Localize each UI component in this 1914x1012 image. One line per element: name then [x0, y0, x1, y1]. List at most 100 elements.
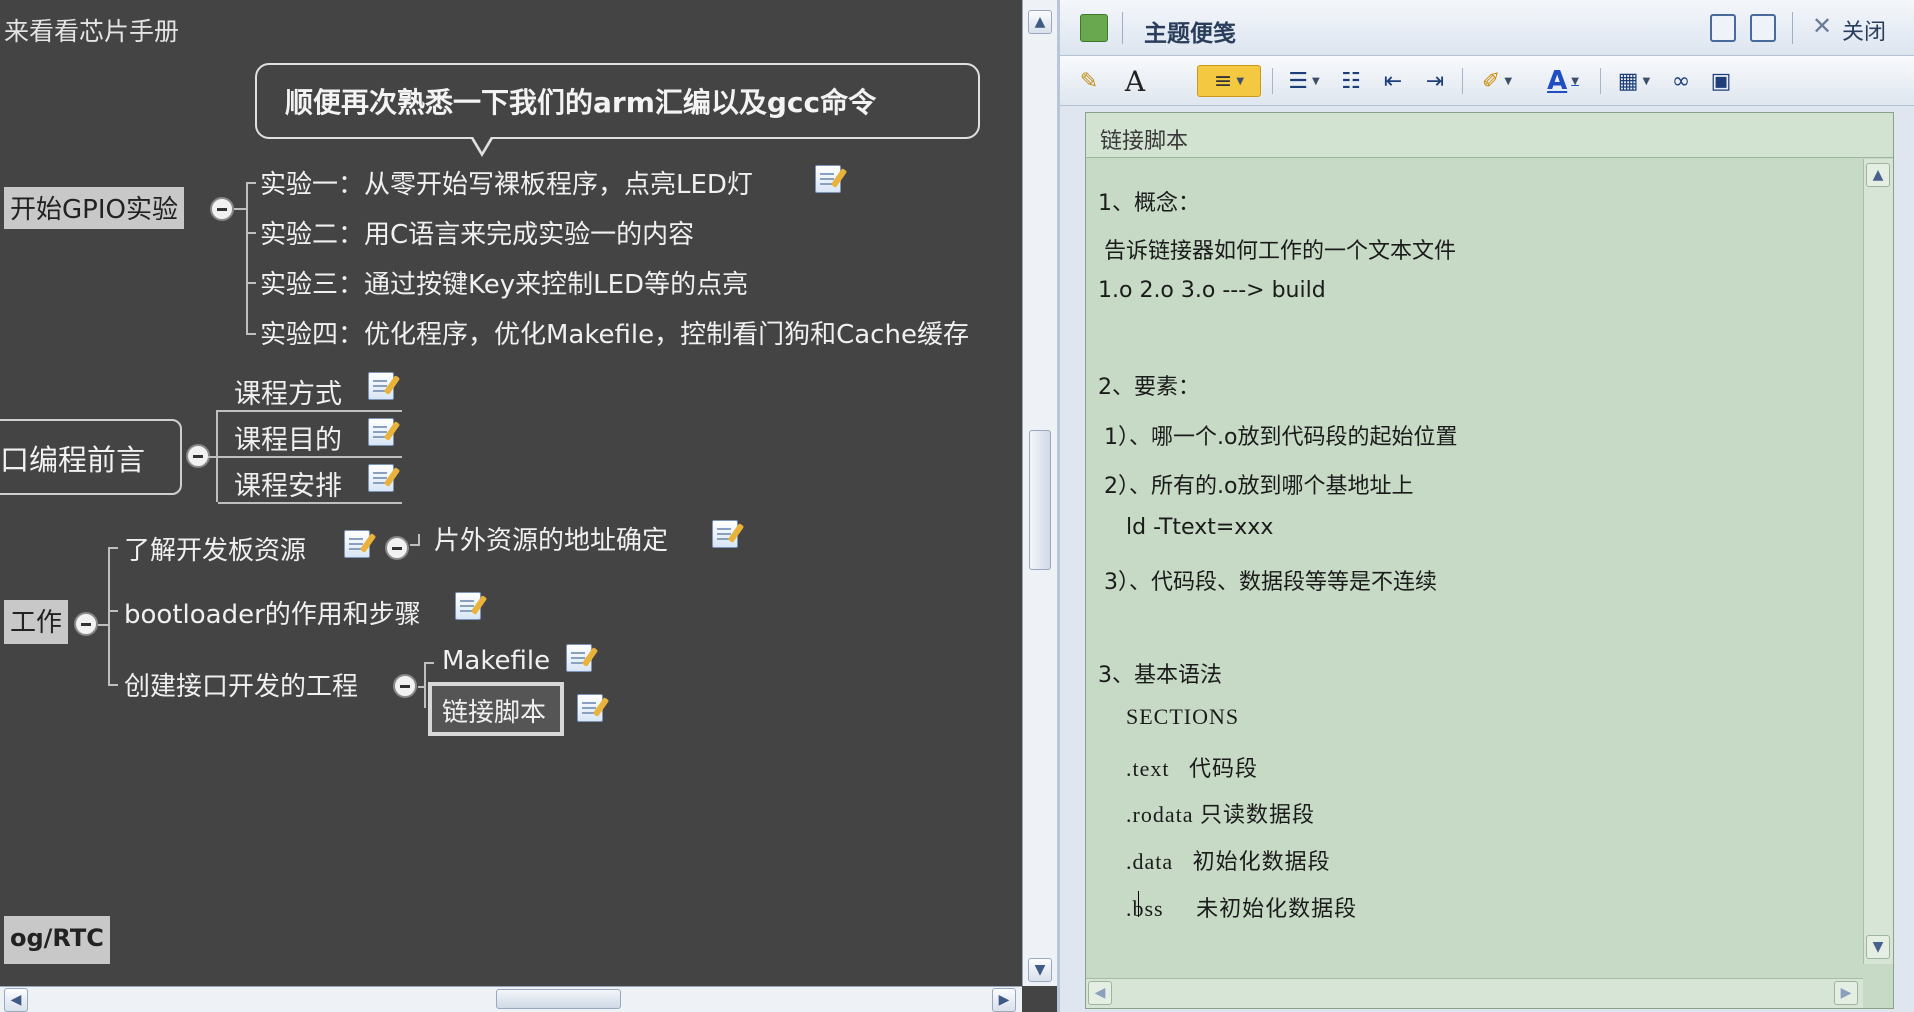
- import-icon[interactable]: [1750, 14, 1776, 42]
- collapse-gpio-button[interactable]: [210, 197, 234, 221]
- table-icon[interactable]: ▦ ▼: [1612, 65, 1656, 97]
- note-icon[interactable]: [368, 418, 394, 446]
- mind-map-canvas[interactable]: 来看看芯片手册 顺便再次熟悉一下我们的arm汇编以及gcc命令 开始GPIO实验…: [0, 0, 1022, 986]
- font-icon[interactable]: A: [1120, 65, 1150, 98]
- note-line-1[interactable]: 1、概念：: [1098, 185, 1200, 217]
- title-separator-2: [1792, 12, 1793, 44]
- export-icon[interactable]: [1710, 14, 1736, 42]
- note-line-4[interactable]: 2、要素：: [1098, 369, 1200, 401]
- editor-vertical-scrollbar[interactable]: ▲ ▼: [1863, 159, 1893, 964]
- scroll-right-button[interactable]: ▶: [992, 988, 1016, 1012]
- highlight-icon[interactable]: ✐ ▼: [1472, 65, 1522, 97]
- map-vertical-scrollbar[interactable]: ▲ ▼: [1022, 0, 1057, 986]
- editor-scroll-right-button[interactable]: ▶: [1834, 981, 1858, 1005]
- note-edit-icon: [1080, 14, 1108, 42]
- note-line-2[interactable]: 告诉链接器如何工作的一个文本文件: [1104, 233, 1456, 265]
- preface-child-3[interactable]: 课程安排: [234, 464, 342, 503]
- resource-child-label[interactable]: 片外资源的地址确定: [434, 520, 668, 557]
- mind-map-pane[interactable]: 来看看芯片手册 顺便再次熟悉一下我们的arm汇编以及gcc命令 开始GPIO实验…: [0, 0, 1057, 1012]
- callout-bubble[interactable]: 顺便再次熟悉一下我们的arm汇编以及gcc命令: [255, 63, 980, 139]
- note-icon[interactable]: [566, 644, 592, 672]
- gpio-child-line-3: [246, 282, 256, 284]
- topic-work[interactable]: 工作: [4, 600, 69, 644]
- work-child-1[interactable]: 了解开发板资源: [124, 530, 306, 567]
- topic-rtc[interactable]: og/RTC: [4, 916, 110, 964]
- numbered-list-dropdown-icon[interactable]: ▼: [1312, 76, 1320, 87]
- note-icon[interactable]: [368, 372, 394, 400]
- project-child-linkscript[interactable]: 链接脚本: [442, 692, 546, 729]
- preface-underline-2: [218, 456, 402, 458]
- scroll-down-button[interactable]: ▼: [1028, 958, 1052, 982]
- gpio-branch-stub: [234, 208, 248, 210]
- note-editor[interactable]: 链接脚本 1、概念： 告诉链接器如何工作的一个文本文件 1.o 2.o 3.o …: [1085, 112, 1894, 1009]
- gpio-child-2[interactable]: 实验二：用C语言来完成实验一的内容: [260, 214, 694, 251]
- scroll-thumb-h[interactable]: [496, 989, 621, 1009]
- font-color-icon[interactable]: A ▼: [1538, 65, 1588, 97]
- collapse-project-button[interactable]: [393, 674, 417, 698]
- numbered-list-icon[interactable]: ☰ ▼: [1282, 65, 1326, 97]
- note-icon[interactable]: [712, 520, 738, 548]
- toolbar-separator: [1272, 68, 1273, 94]
- map-horizontal-scrollbar[interactable]: ◀ ▶: [0, 986, 1022, 1012]
- callout-text: 顺便再次熟悉一下我们的arm汇编以及gcc命令: [285, 86, 877, 119]
- close-button[interactable]: 关闭: [1842, 14, 1886, 46]
- callout-tail-inner: [472, 135, 492, 152]
- project-child-makefile[interactable]: Makefile: [442, 646, 550, 676]
- note-line-10[interactable]: SECTIONS: [1126, 704, 1239, 730]
- scroll-left-button[interactable]: ◀: [4, 988, 28, 1012]
- note-line-8[interactable]: 3）、代码段、数据段等等是不连续: [1104, 564, 1437, 596]
- align-dropdown-icon[interactable]: ▼: [1236, 76, 1244, 87]
- collapse-preface-button[interactable]: [186, 444, 210, 468]
- note-line-7[interactable]: ld -Ttext=xxx: [1126, 515, 1273, 540]
- note-line-11[interactable]: .text 代码段: [1126, 751, 1258, 783]
- scroll-up-button[interactable]: ▲: [1028, 10, 1052, 34]
- close-icon[interactable]: ✕: [1812, 12, 1832, 40]
- note-line-6[interactable]: 2）、所有的.o放到哪个基地址上: [1104, 468, 1413, 500]
- collapse-work-button[interactable]: [74, 612, 98, 636]
- gpio-child-line-4: [246, 333, 256, 335]
- scroll-thumb[interactable]: [1029, 430, 1051, 570]
- project-line-1: [424, 662, 434, 664]
- note-line-3[interactable]: 1.o 2.o 3.o ---> build: [1098, 278, 1326, 303]
- note-line-12[interactable]: .rodata 只读数据段: [1126, 797, 1315, 829]
- note-line-5[interactable]: 1）、哪一个.o放到代码段的起始位置: [1104, 419, 1457, 451]
- gpio-child-line-2: [246, 232, 256, 234]
- title-separator: [1122, 12, 1123, 44]
- link-icon[interactable]: ∞: [1666, 65, 1696, 97]
- note-line-13[interactable]: .data 初始化数据段: [1126, 844, 1331, 876]
- work-child-2[interactable]: bootloader的作用和步骤: [124, 594, 421, 631]
- note-icon[interactable]: [815, 165, 841, 193]
- image-icon[interactable]: ▣: [1706, 65, 1736, 97]
- gpio-child-1[interactable]: 实验一：从零开始写裸板程序，点亮LED灯: [260, 164, 753, 201]
- project-stub: [418, 686, 426, 688]
- note-line-14[interactable]: .bss 未初始化数据段: [1126, 891, 1357, 923]
- note-icon[interactable]: [344, 530, 370, 558]
- editor-horizontal-scrollbar[interactable]: ◀ ▶: [1086, 978, 1863, 1008]
- brush-icon[interactable]: ✎: [1074, 65, 1104, 97]
- editor-scroll-up-button[interactable]: ▲: [1866, 163, 1890, 187]
- bullet-list-icon[interactable]: ☷: [1336, 65, 1366, 97]
- notes-panel[interactable]: 主题便笺 ✕ 关闭 ✎ A ≡ ▼ ☰ ▼ ☷ ⇤ ⇥ ✐ ▼ A ▼ ▦ ▼ ∞ ▣ 链…: [1057, 0, 1914, 1012]
- work-child-3[interactable]: 创建接口开发的工程: [124, 666, 358, 703]
- outdent-icon[interactable]: ⇤: [1378, 65, 1408, 97]
- preface-child-2[interactable]: 课程目的: [234, 418, 342, 457]
- highlight-dropdown-icon[interactable]: ▼: [1504, 76, 1512, 87]
- note-icon[interactable]: [577, 694, 603, 722]
- note-icon[interactable]: [368, 464, 394, 492]
- topic-chip-manual[interactable]: 来看看芯片手册: [4, 12, 179, 48]
- note-line-9[interactable]: 3、基本语法: [1098, 657, 1222, 689]
- gpio-child-4[interactable]: 实验四：优化程序，优化Makefile，控制看门狗和Cache缓存: [260, 314, 969, 351]
- preface-child-1[interactable]: 课程方式: [234, 372, 342, 411]
- align-left-icon[interactable]: ≡ ▼: [1197, 65, 1261, 97]
- topic-gpio[interactable]: 开始GPIO实验: [4, 187, 184, 229]
- font-color-dropdown-icon[interactable]: ▼: [1571, 76, 1579, 87]
- note-icon[interactable]: [455, 592, 481, 620]
- editor-scroll-left-button[interactable]: ◀: [1088, 981, 1112, 1005]
- editor-scroll-down-button[interactable]: ▼: [1866, 935, 1890, 959]
- work-child-line-3: [108, 684, 118, 686]
- indent-icon[interactable]: ⇥: [1420, 65, 1450, 97]
- gpio-child-3[interactable]: 实验三：通过按键Key来控制LED等的点亮: [260, 264, 748, 301]
- collapse-resource-button[interactable]: [385, 536, 409, 560]
- table-dropdown-icon[interactable]: ▼: [1643, 76, 1651, 87]
- note-heading[interactable]: 链接脚本: [1086, 113, 1893, 158]
